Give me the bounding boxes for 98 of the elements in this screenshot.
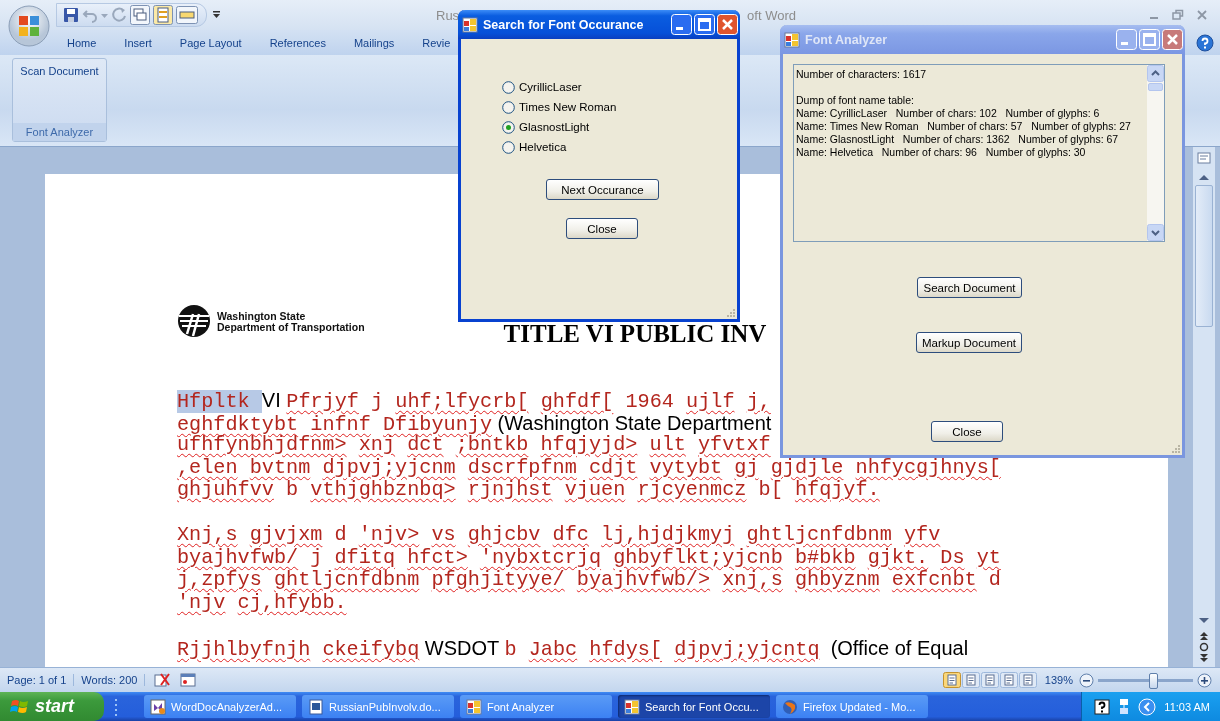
- search-document-button[interactable]: Search Document: [917, 277, 1022, 298]
- window-title: Rus: [436, 7, 460, 23]
- zoom-level[interactable]: 139%: [1044, 674, 1073, 686]
- document-line: Rjjhlbyfnjh ckeifybq WSDOT b Jabc hfdys[ djpvj;yjcntq (Office of Equal: [177, 636, 969, 659]
- chevron-icon[interactable]: [1138, 697, 1157, 716]
- document-line: ufhfynbhjdfnm> xnj dct ;bntkb hfqjyjd> ult yfvtxf: [177, 434, 771, 457]
- form-app-icon: [466, 698, 482, 715]
- window-title: Search for Font Occurance: [483, 17, 645, 32]
- next-page-icon[interactable]: [1198, 653, 1210, 663]
- output-line: Dump of font name table:: [796, 94, 915, 107]
- next-button[interactable]: Next Occurance: [546, 179, 659, 200]
- close-button[interactable]: [1162, 29, 1183, 50]
- form-icon[interactable]: [176, 6, 198, 24]
- minimize-button[interactable]: [1116, 29, 1137, 50]
- save-icon[interactable]: [63, 7, 79, 23]
- document-line: Xnj,s gjvjxm d 'njv> vs ghjcbv dfc lj,hjdjkmyj ghtljcnfdbnm yfv: [177, 524, 941, 547]
- ribbon-tab[interactable]: Home: [67, 34, 97, 51]
- output-line: Name: GlasnostLight Number of chars: 1362 Number of glyphs: 67: [796, 133, 1120, 146]
- form-app-icon: [624, 698, 640, 715]
- output-line: Name: Times New Roman Number of chars: 57 Number of glyphs: 27: [796, 120, 1132, 133]
- document-line: 'njv cj,hfybb.: [177, 591, 347, 614]
- taskbar-button[interactable]: Search for Font Occu...: [618, 695, 770, 718]
- maximize-button[interactable]: [1139, 29, 1160, 50]
- close-button[interactable]: Close: [931, 421, 1003, 442]
- document-line: j,zpfys ghtljcnfdbnm pfghjityye/ byajhvfwb/> xnj,s ghbyznm exfcnbt d: [177, 569, 1001, 592]
- studio-icon: [150, 698, 166, 715]
- print-layout-icon[interactable]: [942, 672, 961, 688]
- ribbon-tab[interactable]: Revie: [422, 34, 451, 51]
- maximize-button[interactable]: [694, 14, 715, 35]
- radio-button[interactable]: [502, 140, 515, 154]
- radio-option[interactable]: Helvetica: [502, 137, 567, 157]
- group-label: Font Analyzer: [13, 123, 106, 141]
- zoom-in-icon[interactable]: [1197, 672, 1212, 688]
- browse-object-icon[interactable]: [1198, 641, 1210, 653]
- ribbon-tab[interactable]: Page Layout: [179, 34, 242, 51]
- radio-option[interactable]: Times New Roman: [502, 97, 617, 117]
- ribbon-tab[interactable]: Insert: [124, 34, 152, 51]
- output-line: Name: Helvetica Number of chars: 96 Number of glyphs: 30: [796, 146, 1087, 159]
- web-layout-icon[interactable]: [980, 672, 999, 688]
- previous-page-icon[interactable]: [1198, 631, 1210, 641]
- scroll-up-icon[interactable]: [1147, 65, 1164, 82]
- document-line: ,elen bvtnm djpvj;yjcnm dscrfpfnm cdjt vytybt gj gjdjle nhfycgjhnys[: [177, 456, 1001, 479]
- markup-document-button[interactable]: Markup Document: [916, 332, 1022, 353]
- close-button[interactable]: [717, 14, 738, 35]
- window-title: oft Word: [747, 7, 796, 23]
- document-line: Hfpltk VI Pfrjyf j uhf;lfycrb[ ghfdf[ 1964 ujlf j,: [177, 389, 771, 412]
- reading-layout-icon[interactable]: [961, 672, 980, 688]
- ruler-toggle-icon[interactable]: [1197, 151, 1211, 165]
- ribbon-tab[interactable]: References: [269, 34, 326, 51]
- help-tray-icon[interactable]: [1094, 698, 1111, 715]
- draft-icon[interactable]: [1018, 672, 1037, 688]
- close-icon[interactable]: [1196, 9, 1208, 21]
- window-title: Font Analyzer: [805, 32, 889, 47]
- close-button[interactable]: Close: [566, 218, 638, 239]
- resize-grip-icon[interactable]: [726, 308, 736, 318]
- page-count[interactable]: Page: 1 of 1: [0, 674, 75, 686]
- radio-option[interactable]: CyrillicLaser: [502, 77, 582, 97]
- zoom-slider-thumb[interactable]: [1149, 672, 1159, 689]
- document-icon: [308, 698, 324, 715]
- ribbon-tab[interactable]: Mailings: [353, 34, 395, 51]
- network-icon[interactable]: [1118, 697, 1131, 716]
- macro-icon[interactable]: [179, 672, 198, 688]
- output-line: Name: CyrillicLaser Number of chars: 102 Number of glyphs: 6: [796, 107, 1101, 120]
- radio-option[interactable]: GlasnostLight: [502, 117, 590, 137]
- document-line: eghfdktybt infnf Dfibyunjy (Washington State Department: [177, 411, 772, 434]
- grip-icon: [114, 696, 118, 717]
- scan-document-button[interactable]: Scan Document: [18, 65, 101, 77]
- emblem-icon: [177, 304, 211, 338]
- scroll-thumb[interactable]: [1195, 185, 1213, 327]
- word-count[interactable]: Words: 200: [74, 674, 146, 686]
- scroll-thumb[interactable]: [1148, 83, 1163, 91]
- globe-icon: [782, 698, 798, 715]
- form-app-icon: [462, 16, 478, 33]
- restore-icon[interactable]: [1172, 9, 1184, 21]
- agency-name: Washington State: [217, 311, 306, 322]
- document-line: ghjuhfvv b vthjghbznbq> rjnjhst vjuen rjcyenmcz b[ hfqjyf.: [177, 479, 880, 502]
- agency-name: Department of Transportation: [217, 322, 365, 333]
- redo-icon[interactable]: [111, 7, 127, 23]
- outline-icon[interactable]: [999, 672, 1018, 688]
- radio-button[interactable]: [502, 100, 515, 114]
- flag-icon: [10, 697, 30, 716]
- list-icon[interactable]: [153, 5, 173, 25]
- radio-button[interactable]: [502, 120, 515, 134]
- form-app-icon: [784, 31, 800, 48]
- scroll-down-icon[interactable]: [1147, 224, 1164, 241]
- start-button[interactable]: start: [0, 692, 104, 721]
- minimize-button[interactable]: [671, 14, 692, 35]
- clock: 11:03 AM: [1164, 700, 1210, 713]
- windows-icon[interactable]: [130, 5, 150, 25]
- proofing-icon[interactable]: [153, 672, 172, 688]
- customize-caret-icon[interactable]: [213, 10, 221, 20]
- radio-button[interactable]: [502, 80, 515, 94]
- help-icon[interactable]: [1196, 34, 1214, 52]
- zoom-out-icon[interactable]: [1079, 672, 1094, 688]
- resize-grip-icon[interactable]: [1171, 444, 1181, 454]
- document-line: byajhvfwb/ j dfitq hfct> 'nybxtcrjq ghbyflkt;yjcnb b#bkb gjkt. Ds yt: [177, 546, 1001, 569]
- output-line: Number of characters: 1617: [796, 68, 928, 81]
- document-heading: TITLE VI PUBLIC INV: [503, 320, 767, 348]
